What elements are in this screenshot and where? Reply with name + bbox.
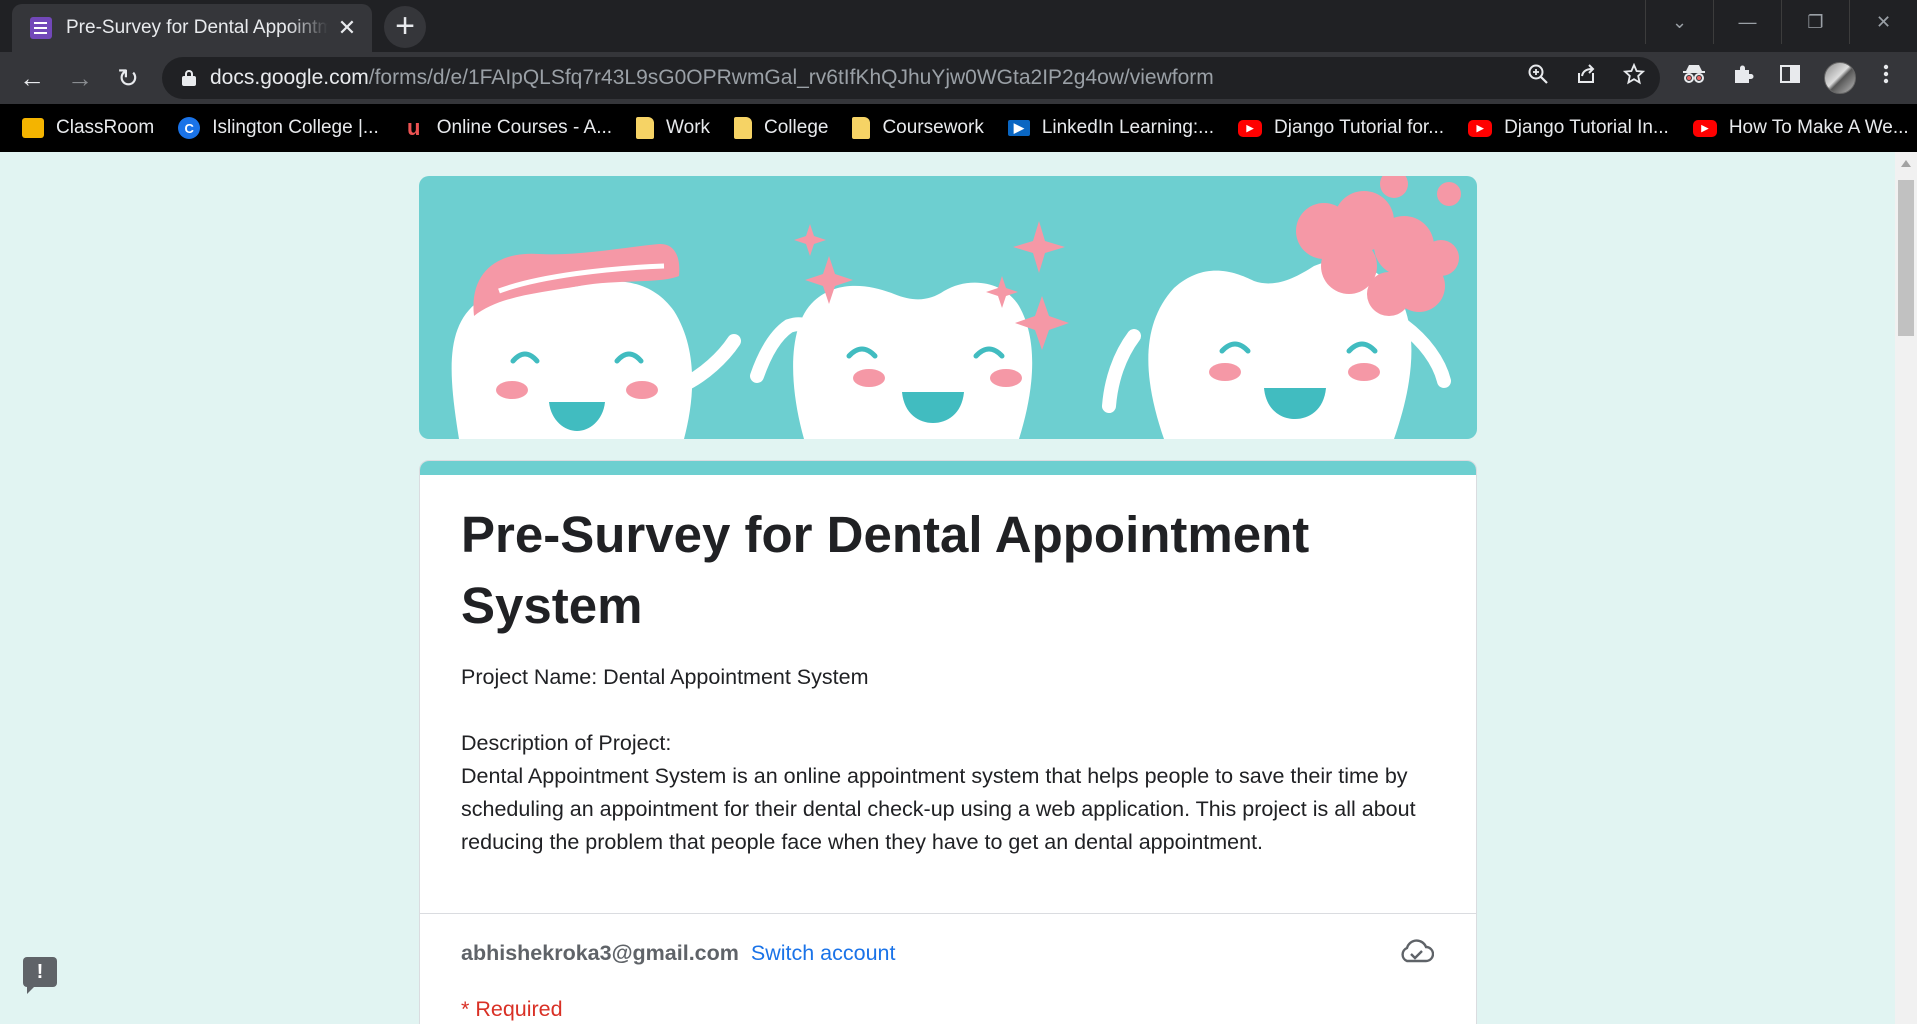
tab-strip: Pre-Survey for Dental Appointment System… xyxy=(0,0,1917,52)
google-forms-favicon-icon xyxy=(30,17,52,39)
menu-kebab-icon[interactable] xyxy=(1870,62,1902,94)
share-icon[interactable] xyxy=(1570,62,1602,94)
side-panel-icon[interactable] xyxy=(1774,62,1806,94)
bookmark-label: LinkedIn Learning:... xyxy=(1041,117,1215,138)
youtube-icon: ▶ xyxy=(1692,119,1717,137)
card-accent-bar xyxy=(420,461,1476,475)
bookmark-item[interactable]: Coursework xyxy=(852,117,984,139)
tab-title: Pre-Survey for Dental Appointment System xyxy=(66,17,328,38)
forward-button[interactable]: → xyxy=(62,60,98,96)
folder-icon xyxy=(636,117,655,139)
bookmark-label: Work xyxy=(666,117,711,138)
bookmark-item[interactable]: ▶ LinkedIn Learning:... xyxy=(1007,117,1215,139)
bookmark-item[interactable]: College xyxy=(734,117,828,139)
bookmark-label: Django Tutorial for... xyxy=(1274,117,1445,138)
form-description: Project Name: Dental Appointment System … xyxy=(461,665,1416,854)
close-window-button[interactable]: ✕ xyxy=(1849,0,1917,44)
tab-search-icon[interactable]: ⌄ xyxy=(1645,0,1713,44)
bookmark-label: Django Tutorial In... xyxy=(1504,117,1669,138)
scroll-thumb[interactable] xyxy=(1898,180,1914,336)
bookmark-label: How To Make A We... xyxy=(1728,117,1909,138)
reload-button[interactable]: ↻ xyxy=(110,60,146,96)
form-title: Pre-Survey for Dental Appointment System xyxy=(461,506,1310,634)
minimize-button[interactable]: — xyxy=(1713,0,1781,44)
new-tab-button[interactable]: + xyxy=(384,6,426,48)
incognito-extension-icon[interactable] xyxy=(1678,62,1710,94)
youtube-icon: ▶ xyxy=(1468,119,1493,137)
bookmark-item[interactable]: u Online Courses - A... xyxy=(403,115,613,140)
required-note: * Required xyxy=(461,997,563,1021)
feedback-icon: ! xyxy=(23,957,57,994)
scroll-up-arrow-icon[interactable] xyxy=(1901,160,1911,167)
youtube-icon: ▶ xyxy=(1238,119,1263,137)
form-header-banner xyxy=(419,176,1477,439)
browser-window: Pre-Survey for Dental Appointment System… xyxy=(0,0,1917,1024)
switch-account-link[interactable]: Switch account xyxy=(751,941,896,965)
bookmark-star-icon[interactable] xyxy=(1618,62,1650,94)
card-divider xyxy=(420,913,1476,914)
bookmark-item[interactable]: C Islington College |... xyxy=(178,117,379,139)
bookmark-item[interactable]: ▶ How To Make A We... xyxy=(1692,117,1909,139)
browser-toolbar: ← → ↻ docs.google.com/forms/d/e/1FAIpQLS… xyxy=(0,52,1917,104)
folder-icon xyxy=(734,117,753,139)
page-viewport: Pre-Survey for Dental Appointment System… xyxy=(0,152,1917,1024)
lock-icon[interactable] xyxy=(182,70,196,86)
bookmarks-bar: ClassRoom C Islington College |... u Onlin… xyxy=(0,104,1917,152)
account-email: abhishekroka3@gmail.com xyxy=(461,941,739,965)
tab-active[interactable]: Pre-Survey for Dental Appointment System… xyxy=(12,4,372,52)
bookmark-label: Coursework xyxy=(882,117,984,138)
tooth-cartoon-illustration xyxy=(451,176,1461,439)
bookmark-item[interactable]: Work xyxy=(636,117,710,139)
back-button[interactable]: ← xyxy=(14,60,50,96)
bookmark-label: ClassRoom xyxy=(56,117,155,138)
zoom-icon[interactable] xyxy=(1522,62,1554,94)
url-text[interactable]: docs.google.com/forms/d/e/1FAIpQLSfq7r43… xyxy=(210,66,1214,90)
address-bar[interactable]: docs.google.com/forms/d/e/1FAIpQLSfq7r43… xyxy=(162,57,1660,99)
url-path: /forms/d/e/1FAIpQLSfq7r43L9sG0OPRwmGal_r… xyxy=(368,66,1214,89)
page-scrollbar[interactable] xyxy=(1895,152,1917,1024)
bookmark-label: Online Courses - A... xyxy=(436,117,613,138)
cloud-saved-icon[interactable] xyxy=(1398,937,1435,967)
classroom-icon xyxy=(22,118,44,138)
form-title-card: Pre-Survey for Dental Appointment System… xyxy=(419,460,1477,1024)
bookmark-label: College xyxy=(764,117,829,138)
islington-icon: C xyxy=(178,117,201,139)
profile-avatar[interactable] xyxy=(1824,62,1856,94)
extensions-puzzle-icon[interactable] xyxy=(1727,62,1759,94)
folder-icon xyxy=(852,117,871,139)
linkedin-icon: ▶ xyxy=(1007,120,1030,136)
bookmark-item[interactable]: ▶ Django Tutorial for... xyxy=(1238,117,1444,139)
bookmark-item[interactable]: ClassRoom xyxy=(22,117,154,139)
bookmark-item[interactable]: ▶ Django Tutorial In... xyxy=(1468,117,1669,139)
url-host: docs.google.com xyxy=(210,66,369,89)
udemy-icon: u xyxy=(407,115,421,140)
account-row: abhishekroka3@gmail.com Switch account xyxy=(461,941,895,966)
restore-button[interactable]: ❐ xyxy=(1781,0,1849,44)
bookmark-label: Islington College |... xyxy=(212,117,379,138)
report-feedback-button[interactable]: ! xyxy=(20,952,60,994)
tab-close-icon[interactable]: ✕ xyxy=(334,15,360,41)
